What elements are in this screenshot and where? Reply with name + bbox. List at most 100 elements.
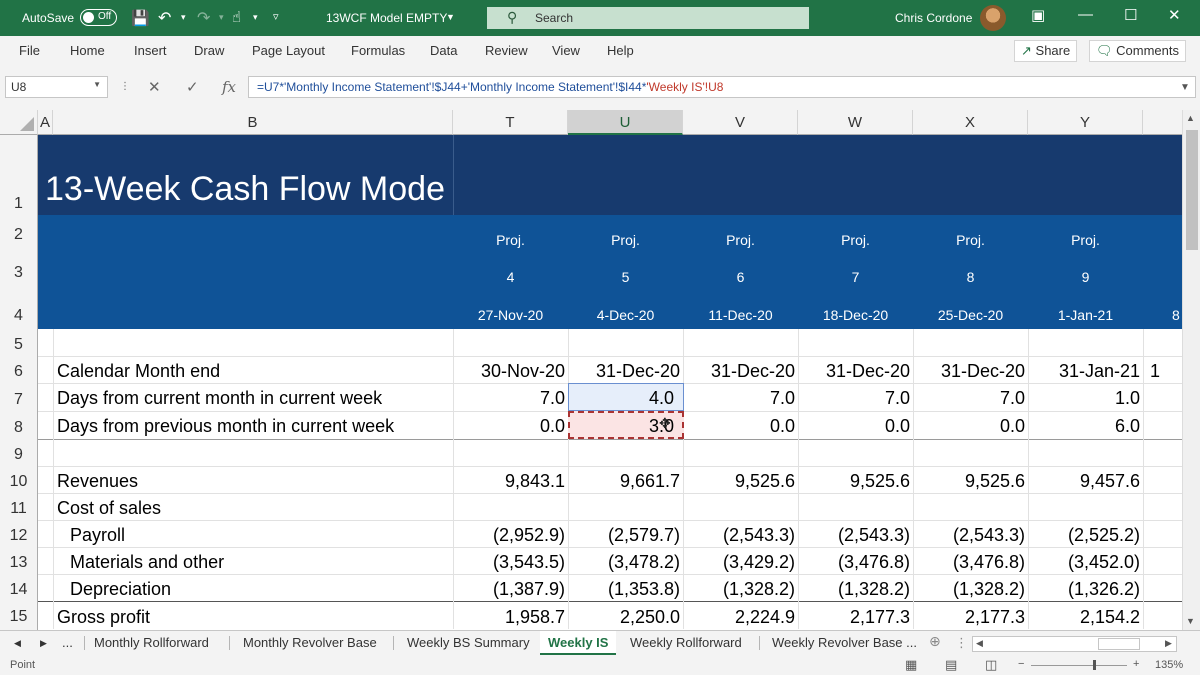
row-header-15[interactable]: 15 [0, 601, 38, 630]
zoom-slider[interactable] [1031, 660, 1127, 670]
normal-view-icon[interactable]: ▦ [905, 657, 917, 673]
cell-value[interactable]: (3,429.2) [687, 552, 795, 573]
vertical-scrollbar[interactable]: ▲ ▼ [1182, 110, 1200, 630]
cell-value[interactable]: 3.0 [566, 416, 674, 437]
cell-value[interactable]: (2,543.3) [917, 525, 1025, 546]
name-box[interactable]: U8 ▼ [5, 76, 108, 98]
cell-value-overflow[interactable]: 1 [1150, 361, 1170, 382]
row-header-4[interactable]: 4 [0, 291, 38, 329]
column-header-u[interactable]: U [568, 110, 683, 135]
week-date[interactable]: 11-Dec-20 [683, 307, 798, 323]
cell-value[interactable]: (3,452.0) [1032, 552, 1140, 573]
expand-formula-icon[interactable]: ▼ [1180, 82, 1190, 93]
cell-value[interactable]: 31-Dec-20 [802, 361, 910, 382]
cell-value[interactable]: 7.0 [687, 388, 795, 409]
row-header-2[interactable]: 2 [0, 215, 38, 253]
scroll-left-icon[interactable]: ◀ [976, 638, 983, 649]
week-number[interactable]: 5 [568, 269, 683, 285]
row-label[interactable]: Days from previous month in current week [57, 416, 394, 437]
row-header-14[interactable]: 14 [0, 574, 38, 601]
cell-value[interactable]: 9,525.6 [687, 471, 795, 492]
add-sheet-icon[interactable]: ⊕ [929, 633, 941, 650]
comments-button[interactable]: 🗨 Comments [1089, 40, 1186, 62]
week-number[interactable]: 4 [453, 269, 568, 285]
cell-value[interactable]: (2,952.9) [457, 525, 565, 546]
cell-value[interactable]: 7.0 [457, 388, 565, 409]
row-header-7[interactable]: 7 [0, 383, 38, 411]
row-label[interactable]: Calendar Month end [57, 361, 220, 382]
minimize-icon[interactable]: — [1078, 6, 1093, 23]
cell-value[interactable]: 9,843.1 [457, 471, 565, 492]
cell-value[interactable]: 9,661.7 [572, 471, 680, 492]
title-dropdown-icon[interactable]: ▼ [446, 12, 455, 22]
cell-value[interactable]: 0.0 [457, 416, 565, 437]
save-icon[interactable]: 💾 [131, 9, 150, 27]
touch-mode-icon[interactable]: ☝ [232, 8, 241, 26]
week-date-overflow[interactable]: 8 [1172, 307, 1182, 323]
row-label[interactable]: Payroll [70, 525, 125, 546]
cell-value[interactable]: (3,476.8) [802, 552, 910, 573]
week-date[interactable]: 1-Jan-21 [1028, 307, 1143, 323]
sheet-tab-monthly-rollforward[interactable]: Monthly Rollforward [94, 635, 209, 650]
horizontal-scroll-thumb[interactable] [1098, 638, 1140, 650]
tab-formulas[interactable]: Formulas [351, 43, 405, 58]
cancel-icon[interactable]: ✕ [148, 78, 161, 96]
sheet-tab-weekly-revolver-base[interactable]: Weekly Revolver Base ... [772, 635, 917, 650]
week-number[interactable]: 6 [683, 269, 798, 285]
cell-value[interactable]: 2,177.3 [917, 607, 1025, 628]
proj-label[interactable]: Proj. [798, 232, 913, 248]
prev-sheet-icon[interactable]: ◀ [14, 638, 21, 649]
week-number[interactable]: 8 [913, 269, 1028, 285]
cell-value[interactable]: 2,224.9 [687, 607, 795, 628]
tab-review[interactable]: Review [485, 43, 528, 58]
next-sheet-icon[interactable]: ▶ [40, 638, 47, 649]
scroll-up-icon[interactable]: ▲ [1186, 113, 1195, 123]
share-button[interactable]: ↗ Share [1014, 40, 1078, 62]
cell-value[interactable]: 1.0 [1032, 388, 1140, 409]
formula-input[interactable]: =U7*'Monthly Income Statement'!$J44+'Mon… [248, 76, 1196, 98]
cell-value[interactable]: 2,250.0 [572, 607, 680, 628]
row-label[interactable]: Days from current month in current week [57, 388, 382, 409]
cell-value[interactable]: (2,543.3) [687, 525, 795, 546]
week-number[interactable]: 9 [1028, 269, 1143, 285]
cell-value[interactable]: 31-Jan-21 [1032, 361, 1140, 382]
cell-value[interactable]: (2,579.7) [572, 525, 680, 546]
row-label[interactable]: Materials and other [70, 552, 224, 573]
zoom-slider-thumb[interactable] [1093, 660, 1096, 670]
sheet-tab-monthly-revolver-base[interactable]: Monthly Revolver Base [243, 635, 377, 650]
column-header-v[interactable]: V [683, 110, 798, 135]
column-header-partial[interactable] [1143, 110, 1182, 135]
cell-value[interactable]: (1,353.8) [572, 579, 680, 600]
tab-draw[interactable]: Draw [194, 43, 224, 58]
page-break-view-icon[interactable]: ◫ [985, 657, 997, 673]
more-sheets-button[interactable]: ... [62, 635, 73, 650]
week-number[interactable]: 7 [798, 269, 913, 285]
column-header-t[interactable]: T [453, 110, 568, 135]
horizontal-scrollbar[interactable]: ◀ ▶ [972, 636, 1177, 652]
week-date[interactable]: 25-Dec-20 [913, 307, 1028, 323]
week-date[interactable]: 27-Nov-20 [453, 307, 568, 323]
scroll-thumb[interactable] [1186, 130, 1198, 250]
cell-value[interactable]: (1,387.9) [457, 579, 565, 600]
cell-value[interactable]: 9,457.6 [1032, 471, 1140, 492]
cell-value[interactable]: 0.0 [687, 416, 795, 437]
redo-icon[interactable]: ↷ [197, 8, 210, 28]
cell-value[interactable]: 0.0 [917, 416, 1025, 437]
insert-function-icon[interactable]: fx [222, 78, 236, 96]
row-header-9[interactable]: 9 [0, 439, 38, 466]
row-header-1[interactable]: 1 [0, 135, 38, 215]
spreadsheet-grid[interactable]: A B T U V W X Y 1 2 3 4 5 6 7 8 9 10 11 … [0, 110, 1182, 630]
zoom-in-icon[interactable]: + [1133, 658, 1139, 670]
row-header-12[interactable]: 12 [0, 520, 38, 547]
cell-value[interactable]: (2,525.2) [1032, 525, 1140, 546]
tab-page-layout[interactable]: Page Layout [252, 43, 325, 58]
select-all-corner[interactable] [0, 110, 38, 135]
column-header-b[interactable]: B [53, 110, 453, 135]
touch-dropdown-icon[interactable]: ▾ [253, 12, 258, 23]
week-date[interactable]: 4-Dec-20 [568, 307, 683, 323]
tab-insert[interactable]: Insert [134, 43, 167, 58]
cell-value[interactable]: 31-Dec-20 [917, 361, 1025, 382]
cell-value[interactable]: (1,326.2) [1032, 579, 1140, 600]
proj-label[interactable]: Proj. [453, 232, 568, 248]
row-label[interactable]: Gross profit [57, 607, 150, 628]
